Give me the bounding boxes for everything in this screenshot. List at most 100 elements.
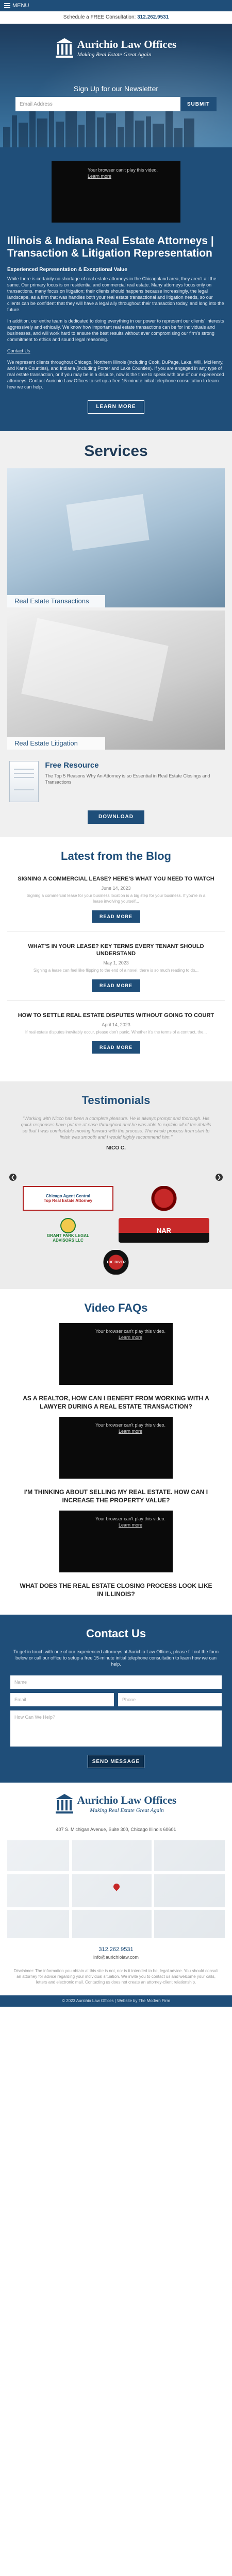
newsletter-heading: Sign Up for our Newsletter <box>73 84 159 93</box>
faq-video-player[interactable]: Your browser can't play this video. Learn… <box>59 1417 173 1479</box>
video-error-message: Your browser can't play this video. Learn… <box>95 1422 165 1434</box>
testimonials-title: Testimonials <box>81 1094 151 1107</box>
email-field[interactable]: Email <box>10 1693 114 1706</box>
ebook-cover-image <box>9 761 39 802</box>
logo-tagline: Making Real Estate Great Again <box>77 52 152 58</box>
newsletter-form: Email Address SUBMIT <box>15 97 217 111</box>
hero: Aurichio Law Offices Making Real Estate … <box>0 24 232 147</box>
blog-title: Latest from the Blog <box>61 850 171 862</box>
award-badge-nar: NAR <box>119 1218 209 1243</box>
blog-post-title[interactable]: SIGNING A COMMERCIAL LEASE? HERE'S WHAT … <box>7 875 225 883</box>
blog-post-excerpt: Signing a commercial lease for your busi… <box>26 893 206 904</box>
intro-heading: Illinois & Indiana Real Estate Attorneys… <box>7 235 214 259</box>
testimonial-quote: "Working with Nicco has been a complete … <box>21 1116 211 1140</box>
consultation-phone-link[interactable]: 312.262.9531 <box>137 14 169 20</box>
newsletter-submit-button[interactable]: SUBMIT <box>180 97 217 111</box>
seal-icon <box>60 1218 76 1233</box>
video-error-message: Your browser can't play this video. Learn… <box>95 1516 165 1528</box>
blog-section: Latest from the Blog SIGNING A COMMERCIA… <box>0 837 232 1081</box>
faq-question: WHAT DOES THE REAL ESTATE CLOSING PROCES… <box>20 1582 212 1598</box>
newsletter-email-input[interactable]: Email Address <box>15 97 180 111</box>
consultation-text: Schedule a FREE Consultation: <box>63 14 136 20</box>
faq-question: I'M THINKING ABOUT SELLING MY REAL ESTAT… <box>24 1488 208 1504</box>
blog-post-date: June 14, 2023 <box>101 886 131 891</box>
free-resource-title: Free Resource <box>45 761 99 770</box>
blog-post-date: April 14, 2023 <box>102 1022 130 1027</box>
testimonials-section: Testimonials "Working with Nicco has bee… <box>0 1081 232 1289</box>
intro-video-player[interactable]: Your browser can't play this video. Lear… <box>52 161 180 223</box>
footer-logo[interactable]: Aurichio Law Offices Making Real Estate … <box>7 1794 225 1815</box>
video-faqs-section: Video FAQs Your browser can't play this … <box>0 1289 232 1615</box>
video-error-message: Your browser can't play this video. Lear… <box>88 167 158 179</box>
testimonial-slider-nav: ❮ ❯ <box>7 1174 225 1181</box>
service-label: Real Estate Litigation <box>7 737 105 750</box>
phone-field[interactable]: Phone <box>118 1693 222 1706</box>
blog-post-title[interactable]: WHAT'S IN YOUR LEASE? KEY TERMS EVERY TE… <box>7 943 225 957</box>
intro-paragraph: In addition, our entire team is dedicate… <box>7 318 224 342</box>
read-more-button[interactable]: READ MORE <box>92 1041 140 1054</box>
award-badge-grant-park: GRANT PARK LEGAL ADVISORS LLC <box>23 1218 113 1243</box>
read-more-button[interactable]: READ MORE <box>92 910 140 923</box>
blog-post: HOW TO SETTLE REAL ESTATE DISPUTES WITHO… <box>7 1008 225 1062</box>
services-section: Services Real Estate Transactions Real E… <box>0 431 232 837</box>
award-badge-agent-central: Chicago Agent Central Top Real Estate At… <box>23 1186 113 1211</box>
menu-label: MENU <box>12 3 29 9</box>
footer-address: 407 S. Michigan Avenue, Suite 300, Chica… <box>56 1827 176 1832</box>
message-field[interactable]: How Can We Help? <box>10 1710 222 1747</box>
footer: Aurichio Law Offices Making Real Estate … <box>0 1783 232 1995</box>
location-map[interactable] <box>7 1840 225 1938</box>
video-faqs-title: Video FAQs <box>84 1301 148 1314</box>
blog-post: SIGNING A COMMERCIAL LEASE? HERE'S WHAT … <box>7 871 225 931</box>
blog-post-title[interactable]: HOW TO SETTLE REAL ESTATE DISPUTES WITHO… <box>7 1012 225 1019</box>
footer-disclaimer: Disclaimer: The information you obtain a… <box>13 1969 219 1985</box>
blog-post-date: May 1, 2023 <box>103 960 129 965</box>
chevron-right-icon[interactable]: ❯ <box>216 1174 223 1181</box>
award-seal-icon <box>119 1186 209 1211</box>
free-resource-text: The Top 5 Reasons Why An Attorney is so … <box>45 773 210 785</box>
free-resource-card: Free Resource The Top 5 Reasons Why An A… <box>7 753 225 802</box>
video-error-message: Your browser can't play this video. Learn… <box>95 1329 165 1340</box>
footer-email-link[interactable]: info@aurichiolaw.com <box>7 1955 225 1960</box>
service-label: Real Estate Transactions <box>7 595 105 607</box>
services-title: Services <box>84 443 148 460</box>
award-badges: Chicago Agent Central Top Real Estate At… <box>7 1186 225 1275</box>
logo-name: Aurichio Law Offices <box>77 1794 177 1806</box>
consultation-bar: Schedule a FREE Consultation: 312.262.95… <box>0 11 232 24</box>
courthouse-icon <box>55 1794 73 1815</box>
copyright-bar: © 2023 Aurichio Law Offices | Website by… <box>0 1995 232 2007</box>
hamburger-icon <box>4 3 10 8</box>
site-logo[interactable]: Aurichio Law Offices Making Real Estate … <box>0 38 232 59</box>
courthouse-icon <box>55 38 73 59</box>
blog-post-excerpt: Signing a lease can feel like flipping t… <box>33 968 199 973</box>
chevron-left-icon[interactable]: ❮ <box>9 1174 16 1181</box>
download-button[interactable]: DOWNLOAD <box>88 810 144 824</box>
intro-lede: Experienced Representation & Exceptional… <box>7 267 127 273</box>
logo-tagline: Making Real Estate Great Again <box>90 1807 164 1814</box>
contact-title: Contact Us <box>86 1627 146 1640</box>
map-pin-icon <box>112 1882 121 1891</box>
top-nav-bar: MENU <box>0 0 232 11</box>
name-field[interactable]: Name <box>10 1675 222 1689</box>
intro-contact-link[interactable]: Contact Us <box>7 348 225 354</box>
service-card-transactions[interactable]: Real Estate Transactions <box>7 468 225 607</box>
intro-section: Your browser can't play this video. Lear… <box>0 147 232 431</box>
faq-video-player[interactable]: Your browser can't play this video. Learn… <box>59 1323 173 1385</box>
footer-phone-link[interactable]: 312.262.9531 <box>7 1946 225 1953</box>
intro-paragraph: While there is certainly no shortage of … <box>7 276 224 312</box>
blog-post-excerpt: If real estate disputes inevitably occur… <box>25 1030 207 1035</box>
faq-video-player[interactable]: Your browser can't play this video. Learn… <box>59 1511 173 1572</box>
contact-description: To get in touch with one of our experien… <box>13 1649 219 1667</box>
learn-more-button[interactable]: LEARN MORE <box>88 400 144 414</box>
logo-name: Aurichio Law Offices <box>77 38 177 50</box>
testimonial-author: NICO C. <box>106 1145 126 1151</box>
read-more-button[interactable]: READ MORE <box>92 979 140 992</box>
menu-toggle[interactable]: MENU <box>4 3 29 9</box>
contact-section: Contact Us To get in touch with one of o… <box>0 1615 232 1783</box>
video-learn-more-link[interactable]: Learn more <box>88 173 158 179</box>
service-card-litigation[interactable]: Real Estate Litigation <box>7 611 225 750</box>
send-message-button[interactable]: SEND MESSAGE <box>88 1755 144 1768</box>
faq-question: AS A REALTOR, HOW CAN I BENEFIT FROM WOR… <box>23 1395 209 1410</box>
intro-paragraph: We represent clients throughout Chicago,… <box>7 360 224 389</box>
award-badge-the-river: THE RIVER <box>98 1250 134 1275</box>
blog-post: WHAT'S IN YOUR LEASE? KEY TERMS EVERY TE… <box>7 939 225 1001</box>
